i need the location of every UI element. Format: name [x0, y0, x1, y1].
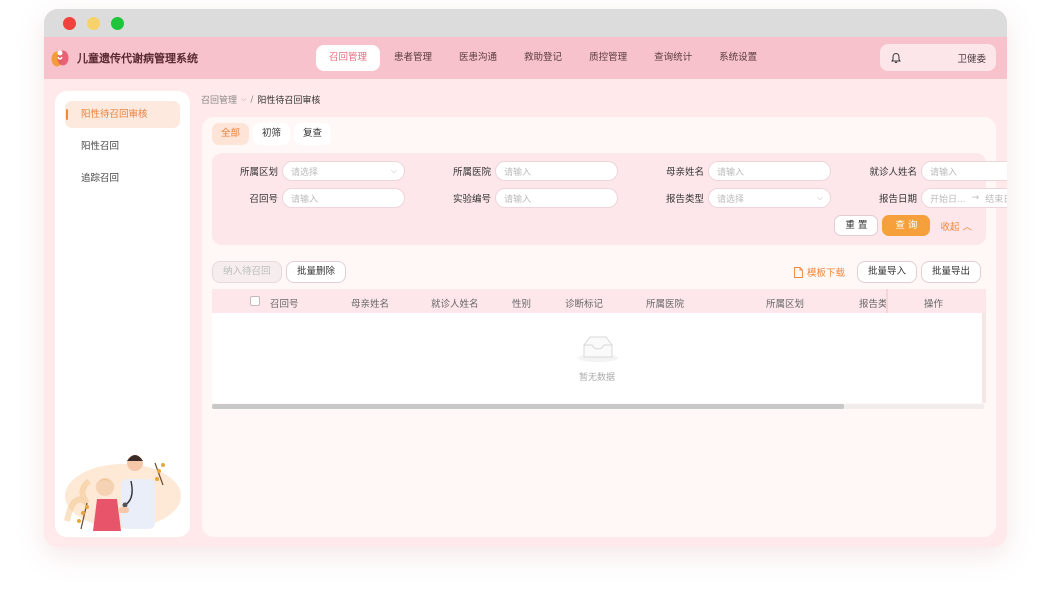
mother-name-input[interactable]: 请输入	[708, 161, 831, 181]
top-navigation: 儿童遗传代谢病管理系统 召回管理 患者管理 医患沟通 救助登记 质控管理 查询统…	[44, 37, 1007, 79]
patient-name-label: 就诊人姓名	[869, 167, 917, 178]
horizontal-scrollbar-thumb[interactable]	[212, 404, 844, 409]
collapse-label: 收起	[940, 221, 960, 233]
maximize-window-button[interactable]	[111, 16, 124, 30]
region-label: 所属区划	[239, 167, 278, 178]
doctor-child-illustration	[64, 455, 181, 531]
recall-no-input[interactable]: 请输入	[282, 188, 405, 208]
table-body: 暂无数据	[212, 313, 982, 403]
app-title: 儿童遗传代谢病管理系统	[77, 52, 198, 65]
report-type-select[interactable]: 请选择 ⌵	[708, 188, 831, 208]
add-to-recall-button[interactable]: 纳入待召回	[212, 261, 282, 283]
minimize-window-button[interactable]	[87, 16, 100, 30]
menu-item-settings[interactable]: 系统设置	[706, 45, 770, 71]
mother-name-placeholder: 请输入	[717, 167, 745, 178]
report-date-range-picker[interactable]: 开始日... → 结束日...	[921, 188, 1007, 208]
column-divider	[886, 289, 888, 313]
report-date-label: 报告日期	[878, 194, 917, 205]
lab-no-placeholder: 请输入	[504, 194, 532, 205]
empty-inbox-icon	[578, 336, 618, 362]
batch-delete-button[interactable]: 批量删除	[286, 261, 347, 283]
sidebar-item-positive-review[interactable]: 阳性待召回审核	[65, 101, 180, 128]
menu-item-patients[interactable]: 患者管理	[381, 45, 445, 71]
chevron-down-icon: ⌵	[241, 95, 247, 103]
col-mother-name: 母亲姓名	[351, 299, 390, 310]
col-report-type: 报告类	[859, 299, 887, 310]
menu-item-statistics[interactable]: 查询统计	[641, 45, 705, 71]
table-header: 召回号 母亲姓名 就诊人姓名 性别 诊断标记 所属医院 所属区划 报告类 操作	[212, 289, 986, 313]
batch-export-button[interactable]: 批量导出	[921, 261, 982, 283]
query-button[interactable]: 查 询	[882, 215, 931, 236]
hospital-placeholder: 请输入	[504, 167, 532, 178]
col-actions: 操作	[924, 299, 944, 310]
breadcrumb-separator: /	[250, 94, 254, 105]
date-end-placeholder[interactable]: 结束日...	[985, 192, 1007, 205]
col-recall-no: 召回号	[270, 299, 299, 310]
vertical-scrollbar[interactable]	[982, 313, 986, 403]
col-diagnosis-mark: 诊断标记	[565, 299, 604, 310]
breadcrumb-parent[interactable]: 召回管理	[201, 93, 237, 106]
region-placeholder: 请选择	[291, 167, 319, 178]
date-range-arrow: →	[971, 193, 980, 203]
template-download-link[interactable]: 模板下载	[794, 265, 845, 279]
breadcrumb-current: 阳性待召回审核	[257, 96, 321, 106]
select-all-checkbox[interactable]	[250, 296, 260, 306]
main-panel: 全部 初筛 复查 所属区划 请选择 ⌵ 所属医院 请输入 母亲姓名 请输入 就诊…	[202, 117, 1007, 537]
user-name: 卫健委	[957, 53, 986, 65]
sidebar-item-tracking-recall[interactable]: 追踪召回	[65, 165, 180, 192]
region-select[interactable]: 请选择 ⌵	[282, 161, 405, 181]
filter-row-2: 召回号 请输入 实验编号 请输入 报告类型 请选择 ⌵ 报告日期 开始日... …	[212, 188, 1007, 208]
user-box[interactable]: 卫健委	[880, 44, 996, 71]
bell-icon[interactable]	[890, 52, 902, 64]
col-patient-name: 就诊人姓名	[431, 299, 479, 310]
filter-tabs: 全部 初筛 复查	[212, 123, 332, 145]
recall-no-label: 召回号	[249, 194, 278, 205]
filter-row-1: 所属区划 请选择 ⌵ 所属医院 请输入 母亲姓名 请输入 就诊人姓名 请输入	[212, 161, 1007, 181]
report-type-placeholder: 请选择	[717, 194, 745, 205]
date-start-placeholder[interactable]: 开始日...	[930, 192, 966, 205]
patient-name-input[interactable]: 请输入	[921, 161, 1007, 181]
close-window-button[interactable]	[63, 16, 76, 30]
batch-import-button[interactable]: 批量导入	[857, 261, 918, 283]
hospital-input[interactable]: 请输入	[495, 161, 618, 181]
template-download-label: 模板下载	[807, 268, 846, 279]
search-filter-panel: 所属区划 请选择 ⌵ 所属医院 请输入 母亲姓名 请输入 就诊人姓名 请输入 召…	[212, 153, 1007, 245]
menu-item-quality-control[interactable]: 质控管理	[576, 45, 640, 71]
app-window: 儿童遗传代谢病管理系统 召回管理 患者管理 医患沟通 救助登记 质控管理 查询统…	[44, 9, 1007, 547]
report-type-label: 报告类型	[665, 194, 704, 205]
app-logo-icon	[51, 50, 69, 67]
recall-no-placeholder: 请输入	[291, 194, 319, 205]
tab-initial-screening[interactable]: 初筛	[253, 123, 291, 145]
hospital-label: 所属医院	[452, 167, 491, 178]
collapse-toggle[interactable]: 收起 ︿	[940, 219, 972, 233]
col-region: 所属区划	[766, 299, 805, 310]
menu-item-recall[interactable]: 召回管理	[316, 45, 381, 71]
breadcrumb: 召回管理 ⌵ / 阳性待召回审核	[201, 93, 321, 107]
col-gender: 性别	[512, 299, 532, 310]
sidebar: 阳性待召回审核 阳性召回 追踪召回	[55, 91, 190, 537]
mother-name-label: 母亲姓名	[665, 167, 704, 178]
col-hospital: 所属医院	[646, 299, 685, 310]
chevron-down-icon: ⌵	[816, 193, 823, 202]
tab-all[interactable]: 全部	[212, 123, 250, 145]
main-menu: 召回管理 患者管理 医患沟通 救助登记 质控管理 查询统计 系统设置	[316, 45, 771, 71]
sidebar-item-positive-recall[interactable]: 阳性召回	[65, 133, 180, 160]
filter-buttons: 重 置 查 询 收起 ︿	[834, 215, 972, 236]
lab-no-input[interactable]: 请输入	[495, 188, 618, 208]
empty-state-text: 暂无数据	[578, 373, 615, 383]
table-action-bar: 纳入待召回 批量删除 模板下载 批量导入 批量导出	[212, 261, 984, 283]
patient-name-placeholder: 请输入	[930, 167, 958, 178]
chevron-up-icon: ︿	[962, 221, 972, 233]
file-icon	[794, 266, 803, 278]
reset-button[interactable]: 重 置	[834, 215, 879, 236]
chevron-down-icon: ⌵	[390, 166, 397, 175]
lab-no-label: 实验编号	[452, 194, 491, 205]
menu-item-communication[interactable]: 医患沟通	[446, 45, 510, 71]
menu-item-aid-registration[interactable]: 救助登记	[511, 45, 575, 71]
window-titlebar	[44, 9, 1007, 37]
tab-recheck[interactable]: 复查	[294, 123, 332, 145]
